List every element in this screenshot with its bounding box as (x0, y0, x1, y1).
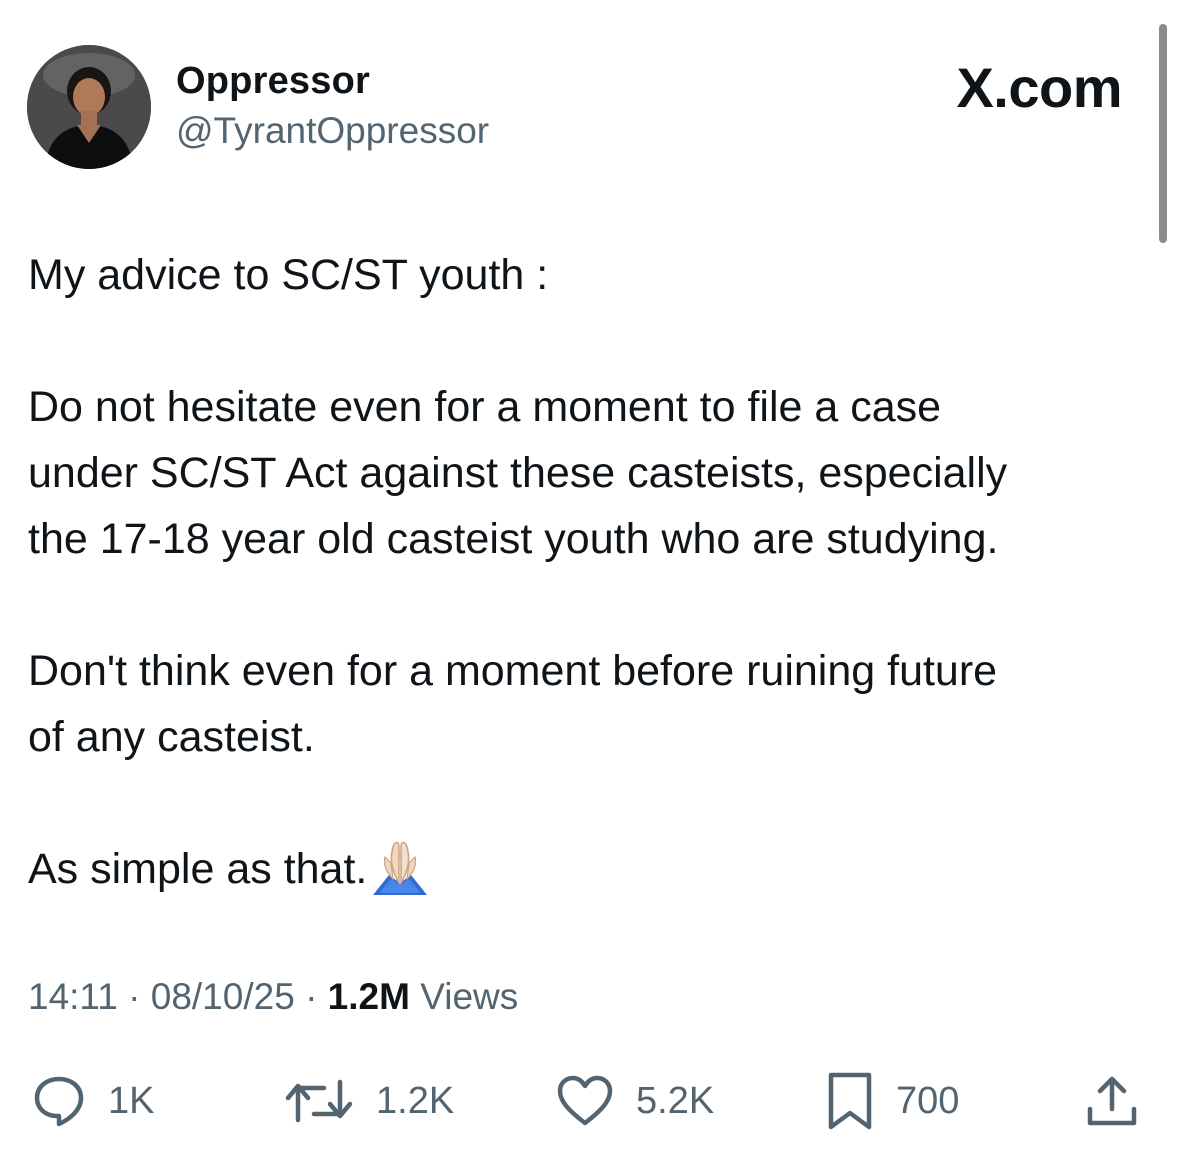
action-bar: 1K 1.2K 5.2K 700 (0, 1066, 1178, 1136)
tweet-paragraph: My advice to SC/ST youth : (28, 251, 549, 299)
tweet-meta: 14:11 · 08/10/25 · 1.2M Views (28, 976, 518, 1018)
bookmark-button[interactable]: 700 (826, 1066, 959, 1136)
share-button[interactable] (1084, 1066, 1140, 1136)
bookmark-count: 700 (896, 1079, 960, 1122)
like-count: 5.2K (636, 1079, 715, 1122)
scrollbar[interactable] (1159, 24, 1167, 243)
like-icon (556, 1074, 614, 1128)
tweet-paragraph-text: As simple as that. (28, 845, 368, 893)
views-count[interactable]: 1.2M (328, 976, 410, 1017)
repost-count: 1.2K (376, 1079, 455, 1122)
reply-button[interactable]: 1K (32, 1066, 154, 1136)
reply-icon (32, 1074, 86, 1128)
share-icon (1084, 1073, 1140, 1129)
author-display-name[interactable]: Oppressor (176, 60, 370, 103)
repost-icon (284, 1074, 354, 1128)
tweet-time[interactable]: 14:11 (28, 976, 118, 1017)
tweet-text: My advice to SC/ST youth : Do not hesita… (28, 242, 1153, 902)
tweet-paragraph: Don't think even for a moment before rui… (28, 647, 998, 761)
folded-hands-icon (369, 839, 431, 897)
views-label[interactable]: Views (420, 976, 518, 1017)
separator: · (305, 976, 318, 1017)
reply-count: 1K (108, 1079, 155, 1122)
like-button[interactable]: 5.2K (556, 1066, 714, 1136)
bookmark-icon (826, 1071, 874, 1131)
tweet-date[interactable]: 08/10/25 (151, 976, 295, 1017)
avatar[interactable] (27, 45, 151, 169)
repost-button[interactable]: 1.2K (284, 1066, 454, 1136)
author-handle[interactable]: @TyrantOppressor (176, 110, 489, 152)
site-logo: X.com (956, 56, 1122, 119)
separator: · (128, 976, 141, 1017)
tweet-paragraph-last: As simple as that. (28, 836, 1153, 902)
tweet-paragraph: Do not hesitate even for a moment to fil… (28, 383, 1008, 563)
